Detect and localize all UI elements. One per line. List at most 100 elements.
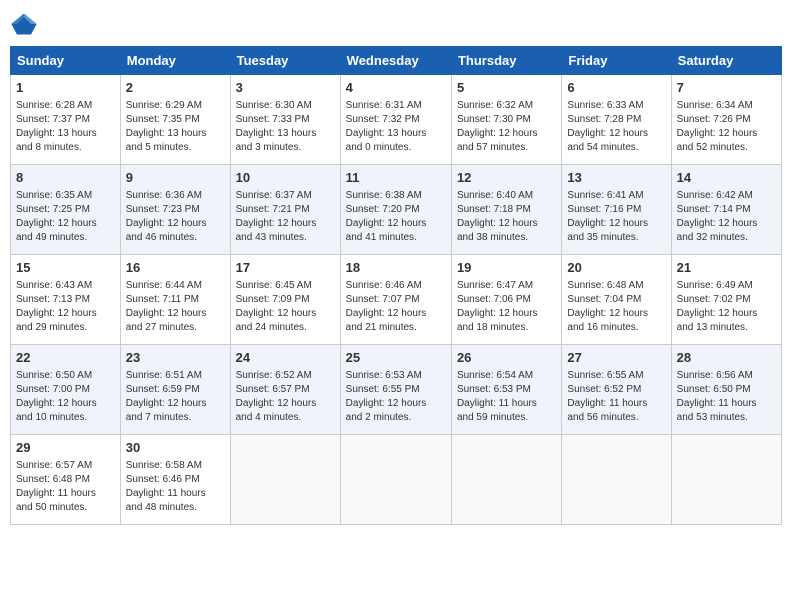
- day-number: 16: [126, 259, 225, 277]
- col-header-sunday: Sunday: [11, 47, 121, 75]
- day-number: 5: [457, 79, 556, 97]
- day-number: 21: [677, 259, 776, 277]
- day-info: Sunrise: 6:43 AMSunset: 7:13 PMDaylight:…: [16, 279, 115, 335]
- day-info: Sunrise: 6:46 AMSunset: 7:07 PMDaylight:…: [346, 279, 446, 335]
- calendar-cell: 22 Sunrise: 6:50 AMSunset: 7:00 PMDayligh…: [11, 345, 121, 435]
- calendar-cell: 23 Sunrise: 6:51 AMSunset: 6:59 PMDayligh…: [120, 345, 230, 435]
- calendar-cell: 20 Sunrise: 6:48 AMSunset: 7:04 PMDayligh…: [562, 255, 671, 345]
- day-number: 7: [677, 79, 776, 97]
- day-info: Sunrise: 6:29 AMSunset: 7:35 PMDaylight:…: [126, 99, 225, 155]
- col-header-tuesday: Tuesday: [230, 47, 340, 75]
- calendar-cell: 25 Sunrise: 6:53 AMSunset: 6:55 PMDayligh…: [340, 345, 451, 435]
- day-info: Sunrise: 6:45 AMSunset: 7:09 PMDaylight:…: [236, 279, 335, 335]
- calendar-cell: 4Sunrise: 6:31 AMSunset: 7:32 PMDaylight…: [340, 75, 451, 165]
- day-number: 18: [346, 259, 446, 277]
- day-number: 10: [236, 169, 335, 187]
- calendar-week-row: 22 Sunrise: 6:50 AMSunset: 7:00 PMDayligh…: [11, 345, 782, 435]
- calendar-cell: 27 Sunrise: 6:55 AMSunset: 6:52 PMDayligh…: [562, 345, 671, 435]
- day-number: 26: [457, 349, 556, 367]
- col-header-friday: Friday: [562, 47, 671, 75]
- day-info: Sunrise: 6:41 AMSunset: 7:16 PMDaylight:…: [567, 189, 665, 245]
- day-number: 19: [457, 259, 556, 277]
- calendar-cell: 2 Sunrise: 6:29 AMSunset: 7:35 PMDaylight…: [120, 75, 230, 165]
- calendar-week-row: 15Sunrise: 6:43 AMSunset: 7:13 PMDayligh…: [11, 255, 782, 345]
- day-number: 8: [16, 169, 115, 187]
- day-info: Sunrise: 6:44 AMSunset: 7:11 PMDaylight:…: [126, 279, 225, 335]
- calendar-cell: [671, 435, 781, 525]
- calendar-cell: 14 Sunrise: 6:42 AMSunset: 7:14 PMDayligh…: [671, 165, 781, 255]
- day-number: 3: [236, 79, 335, 97]
- calendar-header-row: SundayMondayTuesdayWednesdayThursdayFrid…: [11, 47, 782, 75]
- logo: [10, 10, 42, 38]
- day-number: 14: [677, 169, 776, 187]
- col-header-thursday: Thursday: [451, 47, 561, 75]
- day-info: Sunrise: 6:55 AMSunset: 6:52 PMDaylight:…: [567, 369, 665, 425]
- day-number: 11: [346, 169, 446, 187]
- calendar-cell: 8 Sunrise: 6:35 AMSunset: 7:25 PMDaylight…: [11, 165, 121, 255]
- calendar-cell: 9Sunrise: 6:36 AMSunset: 7:23 PMDaylight…: [120, 165, 230, 255]
- calendar-cell: 21Sunrise: 6:49 AMSunset: 7:02 PMDayligh…: [671, 255, 781, 345]
- day-info: Sunrise: 6:57 AMSunset: 6:48 PMDaylight:…: [16, 459, 115, 515]
- calendar-cell: 30 Sunrise: 6:58 AMSunset: 6:46 PMDayligh…: [120, 435, 230, 525]
- col-header-monday: Monday: [120, 47, 230, 75]
- calendar-cell: [230, 435, 340, 525]
- day-number: 1: [16, 79, 115, 97]
- calendar-cell: [562, 435, 671, 525]
- day-number: 23: [126, 349, 225, 367]
- day-info: Sunrise: 6:50 AMSunset: 7:00 PMDaylight:…: [16, 369, 115, 425]
- day-info: Sunrise: 6:40 AMSunset: 7:18 PMDaylight:…: [457, 189, 556, 245]
- logo-icon: [10, 10, 38, 38]
- day-info: Sunrise: 6:33 AMSunset: 7:28 PMDaylight:…: [567, 99, 665, 155]
- calendar-cell: 28 Sunrise: 6:56 AMSunset: 6:50 PMDayligh…: [671, 345, 781, 435]
- day-number: 2: [126, 79, 225, 97]
- calendar-cell: 15Sunrise: 6:43 AMSunset: 7:13 PMDayligh…: [11, 255, 121, 345]
- day-number: 9: [126, 169, 225, 187]
- calendar-cell: 13 Sunrise: 6:41 AMSunset: 7:16 PMDayligh…: [562, 165, 671, 255]
- calendar-cell: 19 Sunrise: 6:47 AMSunset: 7:06 PMDayligh…: [451, 255, 561, 345]
- page-header: [10, 10, 782, 38]
- calendar-cell: 24Sunrise: 6:52 AMSunset: 6:57 PMDayligh…: [230, 345, 340, 435]
- day-info: Sunrise: 6:54 AMSunset: 6:53 PMDaylight:…: [457, 369, 556, 425]
- day-number: 12: [457, 169, 556, 187]
- day-info: Sunrise: 6:51 AMSunset: 6:59 PMDaylight:…: [126, 369, 225, 425]
- day-number: 22: [16, 349, 115, 367]
- day-number: 29: [16, 439, 115, 457]
- day-info: Sunrise: 6:35 AMSunset: 7:25 PMDaylight:…: [16, 189, 115, 245]
- calendar-cell: 5 Sunrise: 6:32 AMSunset: 7:30 PMDaylight…: [451, 75, 561, 165]
- calendar-cell: 12 Sunrise: 6:40 AMSunset: 7:18 PMDayligh…: [451, 165, 561, 255]
- day-number: 13: [567, 169, 665, 187]
- calendar-week-row: 8 Sunrise: 6:35 AMSunset: 7:25 PMDaylight…: [11, 165, 782, 255]
- day-number: 27: [567, 349, 665, 367]
- day-info: Sunrise: 6:48 AMSunset: 7:04 PMDaylight:…: [567, 279, 665, 335]
- calendar-week-row: 29 Sunrise: 6:57 AMSunset: 6:48 PMDayligh…: [11, 435, 782, 525]
- calendar-cell: 16 Sunrise: 6:44 AMSunset: 7:11 PMDayligh…: [120, 255, 230, 345]
- calendar-cell: 18 Sunrise: 6:46 AMSunset: 7:07 PMDayligh…: [340, 255, 451, 345]
- day-info: Sunrise: 6:28 AMSunset: 7:37 PMDaylight:…: [16, 99, 115, 155]
- day-info: Sunrise: 6:38 AMSunset: 7:20 PMDaylight:…: [346, 189, 446, 245]
- day-info: Sunrise: 6:58 AMSunset: 6:46 PMDaylight:…: [126, 459, 225, 515]
- calendar-cell: 11 Sunrise: 6:38 AMSunset: 7:20 PMDayligh…: [340, 165, 451, 255]
- day-info: Sunrise: 6:37 AMSunset: 7:21 PMDaylight:…: [236, 189, 335, 245]
- day-number: 24: [236, 349, 335, 367]
- day-info: Sunrise: 6:32 AMSunset: 7:30 PMDaylight:…: [457, 99, 556, 155]
- calendar-cell: 10 Sunrise: 6:37 AMSunset: 7:21 PMDayligh…: [230, 165, 340, 255]
- col-header-wednesday: Wednesday: [340, 47, 451, 75]
- calendar-cell: 29 Sunrise: 6:57 AMSunset: 6:48 PMDayligh…: [11, 435, 121, 525]
- day-info: Sunrise: 6:53 AMSunset: 6:55 PMDaylight:…: [346, 369, 446, 425]
- day-info: Sunrise: 6:56 AMSunset: 6:50 PMDaylight:…: [677, 369, 776, 425]
- calendar-table: SundayMondayTuesdayWednesdayThursdayFrid…: [10, 46, 782, 525]
- day-info: Sunrise: 6:31 AMSunset: 7:32 PMDaylight:…: [346, 99, 446, 155]
- calendar-cell: 3Sunrise: 6:30 AMSunset: 7:33 PMDaylight…: [230, 75, 340, 165]
- calendar-cell: [451, 435, 561, 525]
- day-number: 28: [677, 349, 776, 367]
- day-number: 25: [346, 349, 446, 367]
- day-number: 20: [567, 259, 665, 277]
- day-info: Sunrise: 6:34 AMSunset: 7:26 PMDaylight:…: [677, 99, 776, 155]
- day-info: Sunrise: 6:47 AMSunset: 7:06 PMDaylight:…: [457, 279, 556, 335]
- day-number: 6: [567, 79, 665, 97]
- day-number: 30: [126, 439, 225, 457]
- col-header-saturday: Saturday: [671, 47, 781, 75]
- calendar-cell: 26 Sunrise: 6:54 AMSunset: 6:53 PMDayligh…: [451, 345, 561, 435]
- calendar-cell: 1 Sunrise: 6:28 AMSunset: 7:37 PMDaylight…: [11, 75, 121, 165]
- day-info: Sunrise: 6:42 AMSunset: 7:14 PMDaylight:…: [677, 189, 776, 245]
